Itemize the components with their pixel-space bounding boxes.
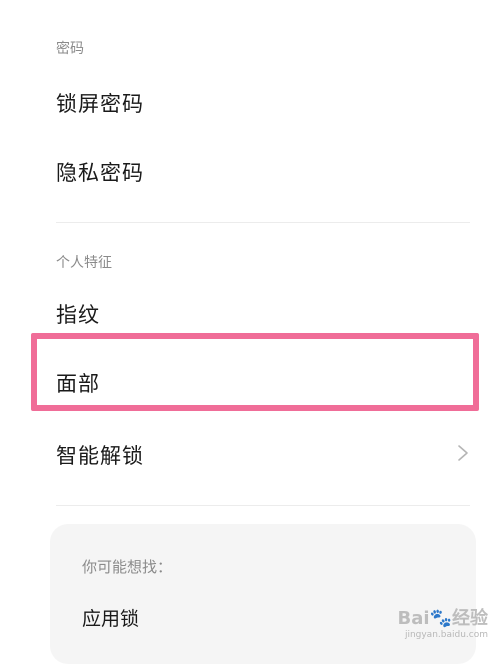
suggestions-title: 你可能想找： xyxy=(82,558,173,576)
menu-item-privacy-password[interactable]: 隐私密码 xyxy=(56,157,144,187)
section-divider xyxy=(56,222,470,223)
chevron-right-icon xyxy=(458,445,468,461)
watermark-sub: jingyan.baidu.com xyxy=(404,630,488,640)
section-header-biometrics: 个人特征 xyxy=(56,255,112,271)
suggestion-item-app-lock[interactable]: 应用锁 xyxy=(82,604,139,631)
suggestions-card xyxy=(50,524,476,664)
menu-item-lock-screen-password[interactable]: 锁屏密码 xyxy=(56,88,144,118)
baidu-jingyan-watermark: Bai🐾经验 jingyan.baidu.com xyxy=(398,604,488,640)
face-highlight-box xyxy=(31,333,479,411)
menu-item-smart-unlock[interactable]: 智能解锁 xyxy=(56,440,144,470)
section-divider xyxy=(56,505,470,506)
menu-item-fingerprint[interactable]: 指纹 xyxy=(56,299,100,329)
watermark-main: Bai🐾经验 xyxy=(397,608,488,629)
section-header-password: 密码 xyxy=(56,41,84,57)
